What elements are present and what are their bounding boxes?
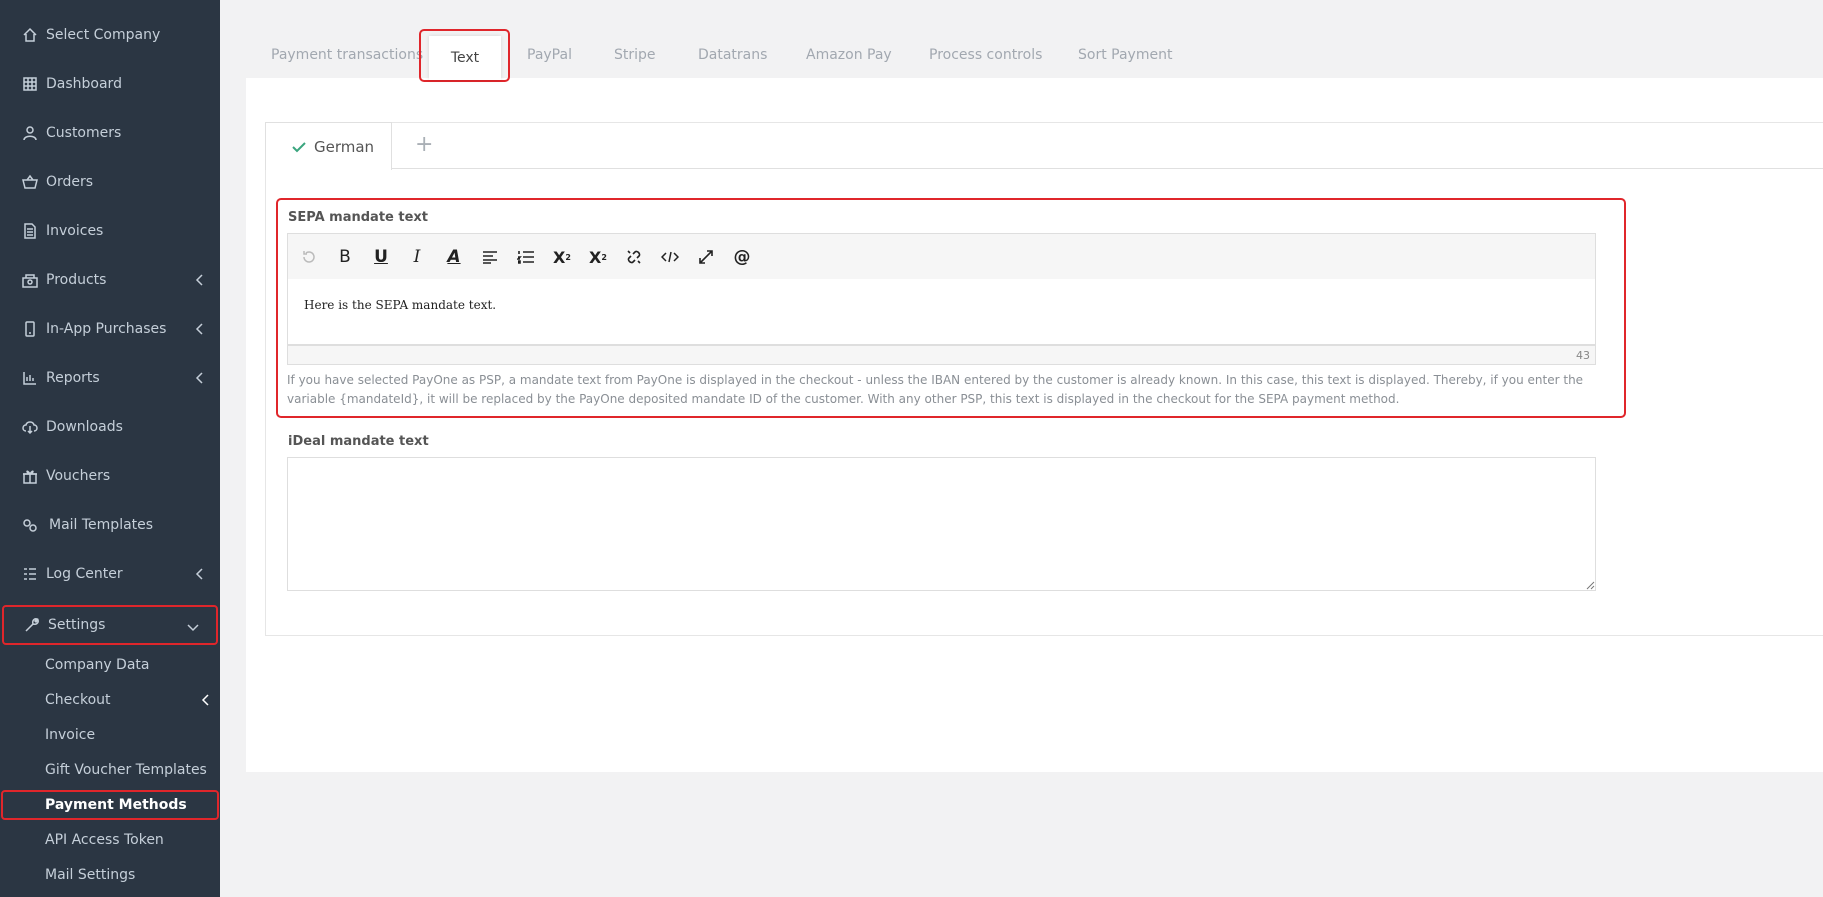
sidebar: Select Company Dashboard Customers Order… — [0, 0, 220, 897]
sidebar-item-reports[interactable]: Reports — [0, 360, 220, 396]
sidebar-item-label: In-App Purchases — [46, 321, 167, 337]
sidebar-item-orders[interactable]: Orders — [0, 164, 220, 200]
subscript-icon[interactable]: X2 — [551, 246, 573, 268]
tab-payment-transactions[interactable]: Payment transactions — [271, 30, 423, 80]
unlink-icon[interactable] — [623, 246, 645, 268]
sidebar-item-label: Customers — [46, 125, 122, 141]
tab-stripe[interactable]: Stripe — [614, 30, 656, 80]
log-icon — [22, 566, 38, 582]
superscript-icon[interactable]: X2 — [587, 246, 609, 268]
language-tab-divider — [392, 168, 1823, 169]
sidebar-subitem-invoice[interactable]: Invoice — [0, 720, 220, 750]
ideal-label: iDeal mandate text — [288, 434, 429, 449]
tab-datatrans[interactable]: Datatrans — [698, 30, 767, 80]
sidebar-item-label: Downloads — [46, 419, 123, 435]
gears-icon — [22, 517, 38, 533]
sidebar-subitem-gift-voucher-templates[interactable]: Gift Voucher Templates — [0, 755, 220, 785]
sidebar-subitem-checkout[interactable]: Checkout — [0, 685, 220, 715]
undo-icon[interactable] — [298, 246, 320, 268]
italic-icon[interactable]: I — [406, 246, 428, 268]
underline-icon[interactable]: U — [370, 246, 392, 268]
wrench-icon — [24, 617, 40, 633]
sidebar-item-label: Reports — [46, 370, 100, 386]
sidebar-item-customers[interactable]: Customers — [0, 115, 220, 151]
language-tab-german[interactable]: German — [265, 122, 392, 170]
font-color-icon[interactable]: A — [443, 246, 465, 268]
add-language-button[interactable]: + — [415, 134, 433, 156]
sidebar-subitem-label: Checkout — [45, 692, 111, 708]
sidebar-item-mail-templates[interactable]: Mail Templates — [0, 507, 220, 543]
sidebar-item-log-center[interactable]: Log Center — [0, 556, 220, 592]
sidebar-item-label: Invoices — [46, 223, 104, 239]
sidebar-item-dashboard[interactable]: Dashboard — [0, 66, 220, 102]
tab-paypal[interactable]: PayPal — [527, 30, 572, 80]
sidebar-subitem-label: Company Data — [45, 657, 150, 673]
user-icon — [22, 125, 38, 141]
sidebar-subitem-label: Gift Voucher Templates — [45, 762, 207, 778]
chevron-left-icon — [194, 567, 204, 581]
phone-icon — [22, 321, 38, 337]
chevron-down-icon — [186, 620, 200, 634]
home-icon — [22, 27, 38, 43]
tab-text[interactable]: Text — [429, 36, 501, 80]
sidebar-item-label: Log Center — [46, 566, 123, 582]
sidebar-item-label: Select Company — [46, 27, 161, 43]
sepa-editor[interactable] — [287, 279, 1596, 345]
sidebar-item-label: Mail Templates — [49, 517, 154, 533]
resize-grip-icon[interactable] — [1585, 580, 1595, 590]
sidebar-item-invoices[interactable]: Invoices — [0, 213, 220, 249]
chevron-left-icon — [194, 371, 204, 385]
sidebar-item-label: Vouchers — [46, 468, 111, 484]
ideal-textarea[interactable] — [287, 457, 1596, 591]
tab-sort-payment[interactable]: Sort Payment — [1078, 30, 1172, 80]
grid-icon — [22, 76, 38, 92]
chevron-left-icon — [194, 322, 204, 336]
sidebar-item-label: Settings — [48, 617, 106, 633]
tab-process-controls[interactable]: Process controls — [929, 30, 1042, 80]
chevron-left-icon — [194, 273, 204, 287]
at-mention-icon[interactable]: @ — [731, 246, 753, 268]
check-icon — [292, 141, 306, 152]
char-counter: 43 — [1576, 349, 1590, 362]
sidebar-subitem-payment-methods[interactable]: Payment Methods — [1, 790, 219, 820]
sidebar-item-label: Orders — [46, 174, 94, 190]
align-icon[interactable] — [479, 246, 501, 268]
products-icon — [22, 272, 38, 288]
tab-amazon-pay[interactable]: Amazon Pay — [806, 30, 892, 80]
code-icon[interactable] — [659, 246, 681, 268]
gift-icon — [22, 468, 38, 484]
sidebar-item-label: Products — [46, 272, 107, 288]
chevron-left-icon — [200, 693, 210, 707]
sidebar-subitem-label: Mail Settings — [45, 867, 136, 883]
basket-icon — [22, 174, 38, 190]
sidebar-item-downloads[interactable]: Downloads — [0, 409, 220, 445]
sidebar-subitem-label: Invoice — [45, 727, 96, 743]
sepa-editor-content: Here is the SEPA mandate text. — [304, 298, 497, 312]
sidebar-subitem-mail-settings[interactable]: Mail Settings — [0, 860, 220, 890]
fullscreen-icon[interactable] — [695, 246, 717, 268]
sepa-help-text: If you have selected PayOne as PSP, a ma… — [287, 373, 1584, 406]
language-tab-label: German — [314, 137, 375, 156]
sidebar-subitem-label: Payment Methods — [45, 797, 187, 813]
cloud-download-icon — [22, 419, 38, 435]
sidebar-item-select-company[interactable]: Select Company — [0, 17, 220, 53]
sidebar-subitem-api-access-token[interactable]: API Access Token — [0, 825, 220, 855]
editor-toolbar: B U I A X2 X2 @ — [287, 233, 1596, 280]
sidebar-item-settings[interactable]: Settings — [2, 605, 218, 645]
bold-icon[interactable]: B — [334, 246, 356, 268]
sidebar-subitem-company-data[interactable]: Company Data — [0, 650, 220, 680]
reports-icon — [22, 370, 38, 386]
char-counter-bar — [287, 345, 1596, 365]
sepa-label: SEPA mandate text — [288, 210, 429, 225]
sidebar-subitem-label: API Access Token — [45, 832, 164, 848]
document-icon — [22, 223, 38, 239]
sidebar-item-in-app-purchases[interactable]: In-App Purchases — [0, 311, 220, 347]
sidebar-item-products[interactable]: Products — [0, 262, 220, 298]
sidebar-item-label: Dashboard — [46, 76, 122, 92]
ordered-list-icon[interactable] — [515, 246, 537, 268]
sidebar-item-vouchers[interactable]: Vouchers — [0, 458, 220, 494]
